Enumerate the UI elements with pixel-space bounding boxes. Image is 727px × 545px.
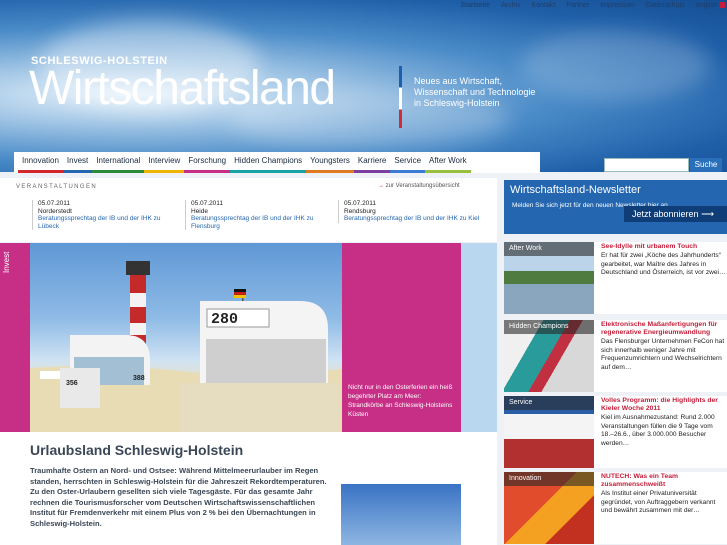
nav-international[interactable]: International bbox=[92, 152, 145, 173]
topnav-startseite[interactable]: Startseite bbox=[461, 1, 491, 10]
next-teaser-preview[interactable] bbox=[461, 243, 497, 432]
event-date: 05.07.2011 bbox=[191, 200, 224, 207]
nav-after-work[interactable]: After Work bbox=[425, 152, 471, 173]
sidebar-item-after-work[interactable]: After Work See-Idylle mit urbanem Touch … bbox=[504, 242, 727, 314]
sidebar-item-hidden-champions[interactable]: Hidden Champions Elektronische Maßanfert… bbox=[504, 320, 727, 392]
event-item[interactable]: 05.07.2011 Norderstedt Beratungssprechta… bbox=[32, 200, 182, 230]
basket-number: 388 bbox=[133, 375, 145, 382]
category-tag[interactable]: Invest bbox=[0, 243, 30, 432]
category-label: After Work bbox=[504, 242, 594, 256]
event-title[interactable]: Beratungssprechtag der IB und der IHK zu… bbox=[344, 215, 488, 223]
article-title[interactable]: NUTECH: Was ein Team zusammenschweißt bbox=[601, 473, 727, 489]
basket-number: 356 bbox=[66, 380, 78, 387]
english-link[interactable]: english bbox=[696, 2, 718, 9]
article-teaser: Als Institut einer Privatuniversität geg… bbox=[601, 490, 716, 515]
event-date: 05.07.2011 bbox=[344, 200, 377, 207]
article-teaser: Kiel im Ausnahmezustand: Rund 2.000 Vera… bbox=[601, 414, 715, 447]
article-title[interactable]: Volles Programm: die Highlights der Kiel… bbox=[601, 397, 727, 413]
search-button[interactable]: Suche bbox=[690, 158, 722, 172]
photo-caption: Nicht nur in den Osterferien ein heiß be… bbox=[342, 243, 461, 432]
top-navigation: Startseite Archiv Kontakt Partner Impres… bbox=[461, 0, 727, 10]
subscribe-button[interactable]: Jetzt abonnieren ⟶ bbox=[624, 206, 727, 222]
brand-logo-title[interactable]: Wirtschaftsland bbox=[29, 64, 336, 114]
article-image[interactable] bbox=[341, 484, 461, 545]
nav-youngsters[interactable]: Youngsters bbox=[306, 152, 354, 173]
flag-stripe bbox=[399, 66, 402, 128]
nav-service[interactable]: Service bbox=[390, 152, 426, 173]
category-tag-label: Invest bbox=[2, 251, 11, 273]
search-input[interactable] bbox=[604, 158, 689, 172]
nav-forschung[interactable]: Forschung bbox=[184, 152, 231, 173]
event-title[interactable]: Beratungssprechtag der IB und der IHK zu… bbox=[191, 215, 335, 230]
event-date: 05.07.2011 bbox=[38, 200, 71, 207]
newsletter-title: Wirtschaftsland-Newsletter bbox=[510, 184, 641, 196]
feature-teaser: Invest 280 356 388 Nicht nur in den Oste… bbox=[0, 243, 497, 432]
topnav-datenschutz[interactable]: Datenschutz bbox=[646, 1, 685, 10]
nav-hidden-champions[interactable]: Hidden Champions bbox=[230, 152, 307, 173]
arrow-right-icon: → bbox=[378, 183, 384, 189]
topnav-partner[interactable]: Partner bbox=[566, 1, 589, 10]
article-title[interactable]: Urlaubsland Schleswig-Holstein bbox=[30, 442, 243, 458]
main-navigation: Innovation Invest International Intervie… bbox=[14, 152, 540, 173]
events-label: VERANSTALTUNGEN bbox=[16, 184, 98, 190]
brand-tagline: Neues aus Wirtschaft, Wissenschaft und T… bbox=[414, 76, 536, 108]
nav-innovation[interactable]: Innovation bbox=[18, 152, 63, 173]
event-item[interactable]: 05.07.2011 Heide Beratungssprechtag der … bbox=[185, 200, 335, 230]
newsletter-box: Wirtschaftsland-Newsletter Melden Sie si… bbox=[504, 180, 727, 234]
beach-illustration: 280 356 388 bbox=[30, 261, 342, 432]
category-label: Hidden Champions bbox=[504, 320, 594, 334]
category-label: Service bbox=[504, 396, 594, 410]
topnav-impressum[interactable]: Impressum bbox=[600, 1, 635, 10]
topnav-english[interactable]: english bbox=[696, 1, 725, 10]
subscribe-button-label: Jetzt abonnieren bbox=[632, 209, 699, 219]
article-title[interactable]: Elektronische Maßanfertigungen für regen… bbox=[601, 321, 727, 337]
page: Startseite Archiv Kontakt Partner Impres… bbox=[0, 0, 727, 545]
flag-icon bbox=[720, 2, 725, 9]
nav-interview[interactable]: Interview bbox=[144, 152, 185, 173]
nav-invest[interactable]: Invest bbox=[62, 152, 93, 173]
sidebar-item-innovation[interactable]: Innovation NUTECH: Was ein Team zusammen… bbox=[504, 472, 727, 544]
topnav-archiv[interactable]: Archiv bbox=[501, 1, 520, 10]
category-label: Innovation bbox=[504, 472, 594, 486]
article-teaser: Er hat für zwei „Köche des Jahrhunderts“… bbox=[601, 252, 726, 277]
arrow-right-icon: ⟶ bbox=[701, 209, 714, 219]
topnav-kontakt[interactable]: Kontakt bbox=[532, 1, 556, 10]
events-section: VERANSTALTUNGEN → zur Veranstaltungsüber… bbox=[0, 178, 497, 242]
article-title[interactable]: See-Idylle mit urbanem Touch bbox=[601, 243, 727, 251]
event-title[interactable]: Beratungssprechtag der IB und der IHK zu… bbox=[38, 215, 182, 230]
main-article: Urlaubsland Schleswig-Holstein Traumhaft… bbox=[0, 432, 497, 545]
article-intro: Traumhafte Ostern an Nord- und Ostsee: W… bbox=[30, 466, 327, 528]
event-place: Norderstedt bbox=[38, 207, 72, 215]
sidebar-item-service[interactable]: Service Volles Programm: die Highlights … bbox=[504, 396, 727, 468]
events-overview-text[interactable]: zur Veranstaltungsübersicht bbox=[386, 183, 460, 189]
article-teaser: Das Flensburger Unternehmen FeCon hat si… bbox=[601, 338, 725, 371]
event-place: Rendsburg bbox=[344, 207, 376, 215]
header-banner: Startseite Archiv Kontakt Partner Impres… bbox=[0, 0, 727, 172]
nav-karriere[interactable]: Karriere bbox=[353, 152, 391, 173]
beach-photo[interactable]: 280 356 388 bbox=[30, 243, 342, 432]
event-item[interactable]: 05.07.2011 Rendsburg Beratungssprechtag … bbox=[338, 200, 488, 223]
events-overview-link[interactable]: → zur Veranstaltungsübersicht bbox=[378, 183, 460, 189]
event-place: Heide bbox=[191, 207, 208, 215]
basket-number: 280 bbox=[211, 311, 238, 328]
